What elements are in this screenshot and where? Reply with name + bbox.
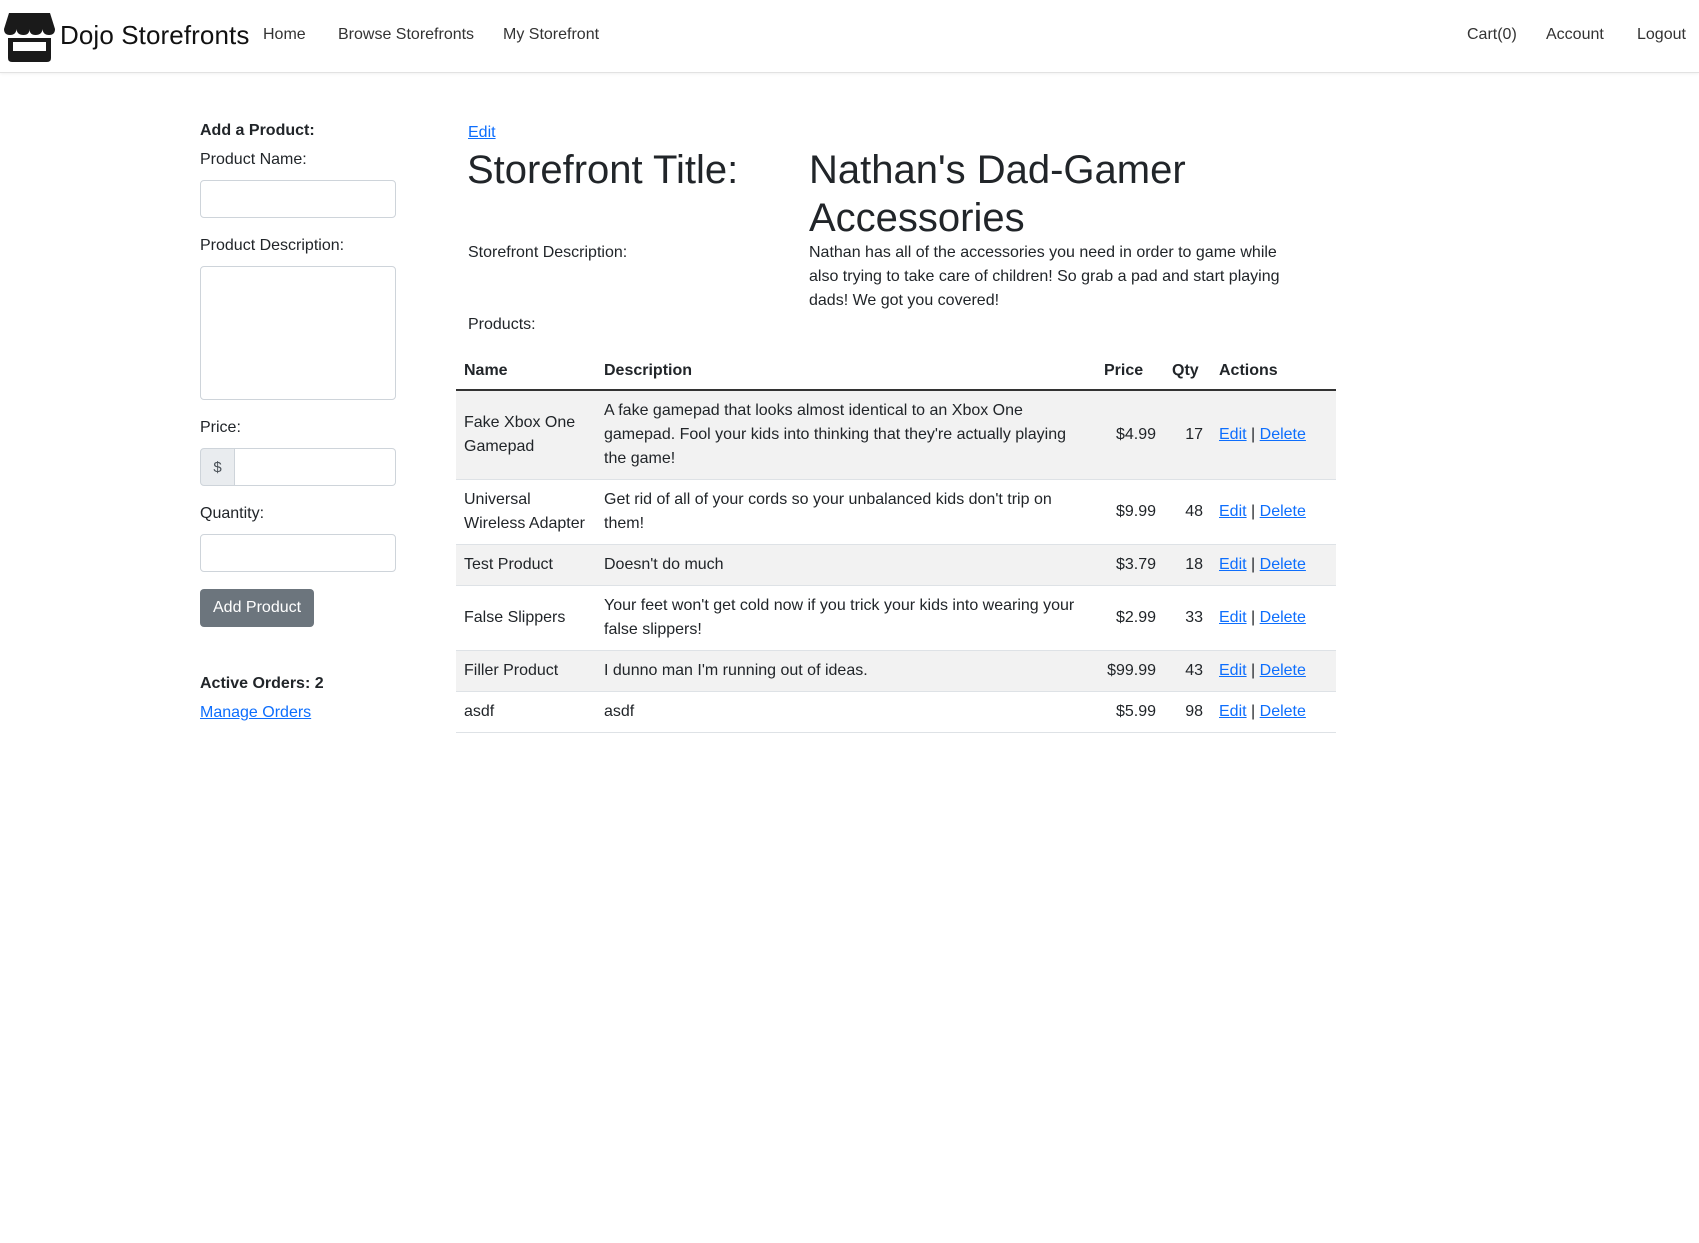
nav-account[interactable]: Account bbox=[1546, 26, 1604, 44]
product-description: Your feet won't get cold now if you tric… bbox=[596, 585, 1096, 651]
action-separator: | bbox=[1251, 703, 1256, 720]
storefront-title-label: Storefront Title: bbox=[467, 148, 739, 192]
product-name: Filler Product bbox=[456, 650, 596, 692]
column-header-qty: Qty bbox=[1164, 355, 1211, 391]
column-header-description: Description bbox=[596, 355, 1096, 391]
product-description: A fake gamepad that looks almost identic… bbox=[596, 390, 1096, 480]
product-price: $99.99 bbox=[1096, 650, 1164, 692]
product-qty: 43 bbox=[1164, 650, 1211, 692]
product-price: $2.99 bbox=[1096, 585, 1164, 651]
product-description-label: Product Description: bbox=[200, 237, 345, 254]
nav-logout[interactable]: Logout bbox=[1637, 26, 1686, 44]
edit-storefront-link[interactable]: Edit bbox=[468, 124, 496, 142]
product-actions: Edit | Delete bbox=[1211, 479, 1336, 545]
table-row: asdf asdf $5.99 98 Edit | Delete bbox=[456, 691, 1336, 733]
add-product-button[interactable]: Add Product bbox=[200, 589, 315, 627]
edit-product-link[interactable]: Edit bbox=[1219, 609, 1247, 626]
product-actions: Edit | Delete bbox=[1211, 585, 1336, 651]
product-qty: 98 bbox=[1164, 691, 1211, 733]
nav-home[interactable]: Home bbox=[263, 26, 306, 44]
column-header-name: Name bbox=[456, 355, 596, 391]
product-name-label: Product Name: bbox=[200, 151, 307, 168]
add-product-heading: Add a Product: bbox=[200, 122, 315, 139]
nav-browse-storefronts[interactable]: Browse Storefronts bbox=[338, 26, 474, 44]
product-actions: Edit | Delete bbox=[1211, 691, 1336, 733]
product-name: False Slippers bbox=[456, 585, 596, 651]
product-description: Doesn't do much bbox=[596, 544, 1096, 586]
product-actions: Edit | Delete bbox=[1211, 544, 1336, 586]
product-qty: 17 bbox=[1164, 390, 1211, 480]
product-description-textarea[interactable] bbox=[200, 266, 396, 400]
product-name: Universal Wireless Adapter bbox=[456, 479, 596, 545]
action-separator: | bbox=[1251, 556, 1256, 573]
edit-product-link[interactable]: Edit bbox=[1219, 662, 1247, 679]
quantity-label: Quantity: bbox=[200, 505, 265, 522]
product-price: $5.99 bbox=[1096, 691, 1164, 733]
storefront-icon bbox=[4, 13, 55, 62]
price-label: Price: bbox=[200, 419, 241, 436]
storefront-description-line-1: Nathan has all of the accessories you ne… bbox=[809, 244, 1277, 261]
delete-product-link[interactable]: Delete bbox=[1260, 503, 1306, 520]
price-input-group: $ bbox=[200, 448, 396, 486]
product-qty: 48 bbox=[1164, 479, 1211, 545]
product-name: Test Product bbox=[456, 544, 596, 586]
product-price: $4.99 bbox=[1096, 390, 1164, 480]
brand-name: Dojo Storefronts bbox=[60, 20, 250, 50]
delete-product-link[interactable]: Delete bbox=[1260, 609, 1306, 626]
product-description: Get rid of all of your cords so your unb… bbox=[596, 479, 1096, 545]
storefront-title-line-2: Accessories bbox=[809, 196, 1025, 240]
product-description: I dunno man I'm running out of ideas. bbox=[596, 650, 1096, 692]
storefront-description-line-3: dads! We got you covered! bbox=[809, 292, 1000, 309]
product-qty: 18 bbox=[1164, 544, 1211, 586]
table-row: False Slippers Your feet won't get cold … bbox=[456, 585, 1336, 651]
column-header-price: Price bbox=[1096, 355, 1164, 391]
manage-orders-link[interactable]: Manage Orders bbox=[200, 704, 311, 722]
product-description: asdf bbox=[596, 691, 1096, 733]
delete-product-link[interactable]: Delete bbox=[1260, 662, 1306, 679]
active-orders-count: Active Orders: 2 bbox=[200, 675, 324, 692]
table-header-row: Name Description Price Qty Actions bbox=[456, 355, 1336, 391]
action-separator: | bbox=[1251, 426, 1256, 443]
brand[interactable]: Dojo Storefronts bbox=[3, 9, 249, 62]
storefront-description-label: Storefront Description: bbox=[468, 244, 628, 261]
price-input[interactable] bbox=[235, 448, 396, 486]
quantity-input[interactable] bbox=[200, 534, 396, 572]
products-table: Name Description Price Qty Actions Fake … bbox=[456, 355, 1336, 733]
product-actions: Edit | Delete bbox=[1211, 650, 1336, 692]
action-separator: | bbox=[1251, 609, 1256, 626]
table-row: Fake Xbox One Gamepad A fake gamepad tha… bbox=[456, 390, 1336, 480]
table-row: Test Product Doesn't do much $3.79 18 Ed… bbox=[456, 544, 1336, 586]
action-separator: | bbox=[1251, 503, 1256, 520]
product-price: $3.79 bbox=[1096, 544, 1164, 586]
product-actions: Edit | Delete bbox=[1211, 390, 1336, 480]
column-header-actions: Actions bbox=[1211, 355, 1336, 391]
edit-product-link[interactable]: Edit bbox=[1219, 503, 1247, 520]
action-separator: | bbox=[1251, 662, 1256, 679]
delete-product-link[interactable]: Delete bbox=[1260, 426, 1306, 443]
nav-my-storefront[interactable]: My Storefront bbox=[503, 26, 599, 44]
products-label: Products: bbox=[468, 316, 536, 333]
product-price: $9.99 bbox=[1096, 479, 1164, 545]
edit-product-link[interactable]: Edit bbox=[1219, 703, 1247, 720]
storefront-title-line-1: Nathan's Dad-Gamer bbox=[809, 148, 1186, 192]
product-name: Fake Xbox One Gamepad bbox=[456, 390, 596, 480]
edit-product-link[interactable]: Edit bbox=[1219, 426, 1247, 443]
table-row: Filler Product I dunno man I'm running o… bbox=[456, 650, 1336, 692]
table-row: Universal Wireless Adapter Get rid of al… bbox=[456, 479, 1336, 545]
storefront-description-line-2: also trying to take care of children! So… bbox=[809, 268, 1280, 285]
product-qty: 33 bbox=[1164, 585, 1211, 651]
edit-product-link[interactable]: Edit bbox=[1219, 556, 1247, 573]
delete-product-link[interactable]: Delete bbox=[1260, 703, 1306, 720]
product-name-input[interactable] bbox=[200, 180, 396, 218]
currency-addon: $ bbox=[200, 448, 235, 486]
top-navbar: Dojo Storefronts Home Browse Storefronts… bbox=[0, 0, 1699, 73]
delete-product-link[interactable]: Delete bbox=[1260, 556, 1306, 573]
nav-cart[interactable]: Cart(0) bbox=[1467, 26, 1517, 44]
product-name: asdf bbox=[456, 691, 596, 733]
